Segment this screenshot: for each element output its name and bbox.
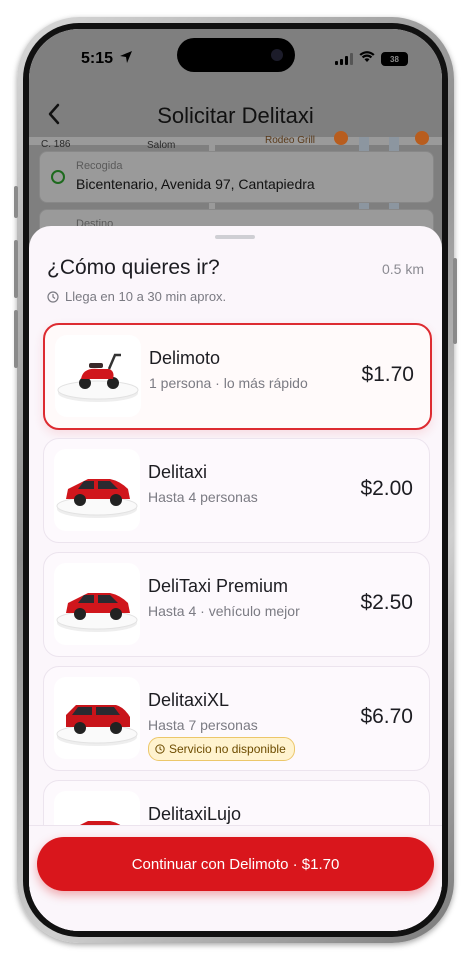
car-icon bbox=[54, 449, 140, 531]
eta-text: Llega en 10 a 30 min aprox. bbox=[65, 289, 227, 304]
ride-option-delitaxixl[interactable]: DelitaxiXL Hasta 7 personas Servicio no … bbox=[43, 666, 430, 771]
option-subtitle: Hasta 4 personas bbox=[148, 489, 258, 505]
page-title: Solicitar Delitaxi bbox=[157, 103, 314, 128]
status-time: 5:15 bbox=[81, 50, 114, 67]
continue-button[interactable]: Continuar con Delimoto · $1.70 bbox=[37, 837, 434, 891]
option-name: DelitaxiLujo bbox=[148, 804, 242, 824]
battery-icon: 38 bbox=[381, 52, 408, 66]
pickup-value: Bicentenario, Avenida 97, Cantapiedra bbox=[76, 176, 315, 192]
volume-up-button bbox=[14, 240, 18, 298]
ride-option-delitaxi[interactable]: Delitaxi Hasta 4 personas $2.00 bbox=[43, 438, 430, 543]
dynamic-island bbox=[177, 38, 295, 72]
clock-icon bbox=[47, 290, 59, 303]
status-bar: 5:15 38 bbox=[29, 29, 442, 89]
option-price: $1.70 bbox=[361, 363, 414, 386]
volume-down-button bbox=[14, 310, 18, 368]
option-price: $2.50 bbox=[360, 591, 413, 614]
pickup-label: Recogida bbox=[76, 160, 123, 172]
option-price: $2.00 bbox=[360, 477, 413, 500]
option-name: DelitaxiXL bbox=[148, 690, 230, 710]
ride-option-delimoto[interactable]: Delimoto 1 persona · lo más rápido $1.70 bbox=[43, 323, 432, 430]
option-subtitle: Hasta 7 personas bbox=[148, 717, 258, 733]
location-arrow-icon bbox=[119, 50, 133, 69]
option-name: Delimoto bbox=[149, 348, 221, 368]
option-price: $6.70 bbox=[360, 705, 413, 728]
bottom-bar: Continuar con Delimoto · $1.70 bbox=[29, 825, 442, 931]
ride-option-delitaxi-premium[interactable]: DeliTaxi Premium Hasta 4 · vehículo mejo… bbox=[43, 552, 430, 657]
map-street-label: C. 186 bbox=[41, 139, 71, 150]
phone-screen: C. 186 Salom Rodeo Grill 5:15 38 Solicit… bbox=[29, 29, 442, 931]
top-header: Solicitar Delitaxi bbox=[29, 91, 442, 139]
eta-row: Llega en 10 a 30 min aprox. bbox=[47, 289, 226, 304]
power-button bbox=[453, 258, 457, 344]
pickup-dot-icon bbox=[51, 170, 65, 184]
sheet-title: ¿Cómo quieres ir? bbox=[47, 256, 220, 279]
sheet-drag-handle[interactable] bbox=[215, 235, 255, 239]
trip-distance: 0.5 km bbox=[381, 261, 424, 277]
pickup-field[interactable]: Recogida Bicentenario, Avenida 97, Canta… bbox=[39, 151, 434, 203]
suv-icon bbox=[54, 677, 140, 759]
scooter-icon bbox=[55, 335, 141, 417]
map-street-label: Salom bbox=[147, 140, 176, 151]
clock-icon bbox=[155, 744, 165, 754]
car-icon bbox=[54, 563, 140, 645]
option-subtitle: Hasta 4 · vehículo mejor bbox=[148, 603, 300, 619]
option-name: Delitaxi bbox=[148, 462, 208, 482]
wifi-icon bbox=[359, 50, 375, 68]
unavailable-badge: Servicio no disponible bbox=[148, 737, 295, 761]
mute-switch bbox=[14, 186, 18, 218]
option-subtitle: 1 persona · lo más rápido bbox=[149, 375, 308, 391]
option-name: DeliTaxi Premium bbox=[148, 576, 289, 596]
signal-icon bbox=[335, 53, 353, 65]
